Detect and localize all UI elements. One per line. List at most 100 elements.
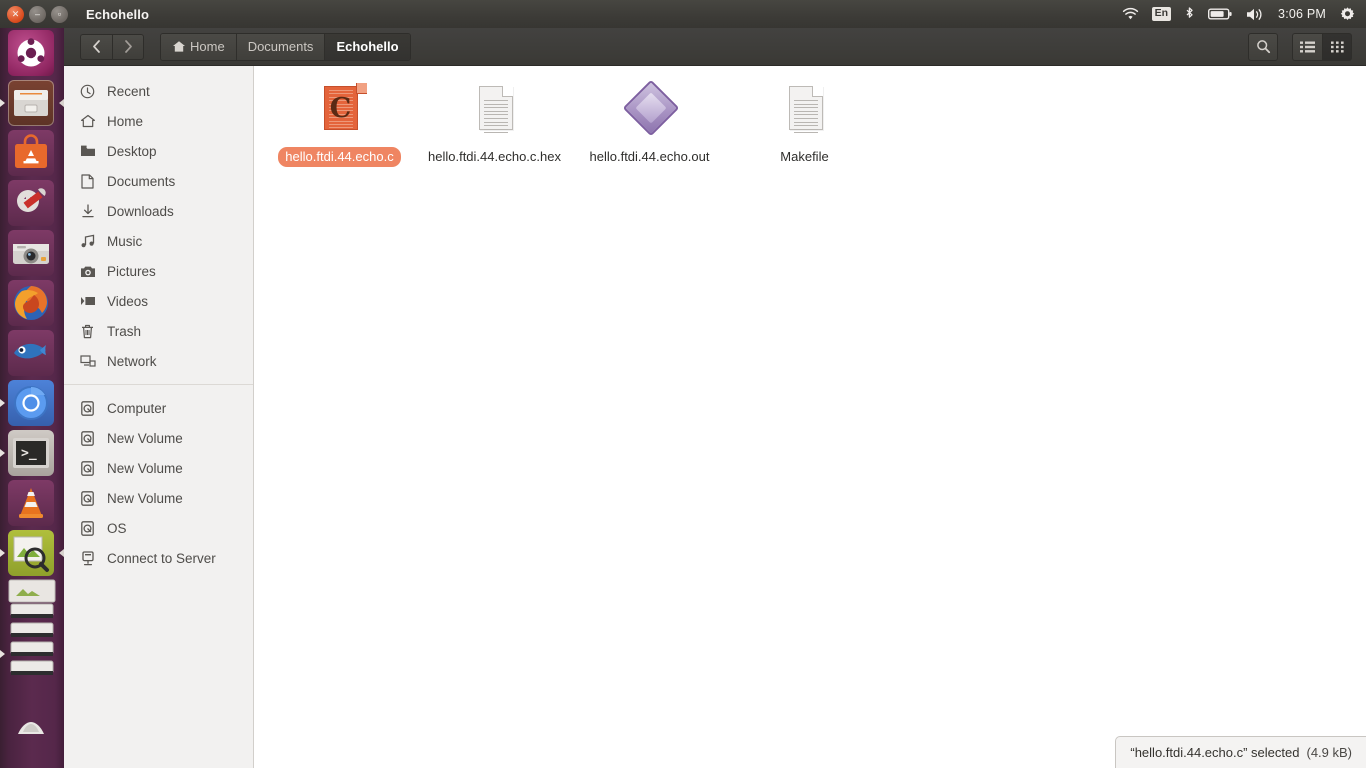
grid-view-button[interactable] [1322,32,1352,61]
launcher-item-files[interactable] [0,78,64,128]
sidebar-item-documents[interactable]: Documents [64,166,253,196]
sidebar-item-os[interactable]: OS [64,513,253,543]
launcher-running-pip [0,549,5,557]
status-size: (4.9 kB) [1306,745,1352,760]
keyboard-layout-indicator[interactable]: En [1151,0,1172,28]
launcher-running-pip [0,449,5,457]
trash-icon [79,323,96,340]
sidebar-item-label: New Volume [107,460,183,476]
sidebar-item-label: Recent [107,83,150,99]
server-icon [79,550,96,567]
sidebar-item-downloads[interactable]: Downloads [64,196,253,226]
file-name-label: hello.ftdi.44.echo.c [278,147,401,167]
sidebar-item-label: Music [107,233,143,249]
launcher-item-trash[interactable] [0,722,64,768]
top-panel: ✕ – ▫ Echohello En 3:06 PM [0,0,1366,28]
minimize-icon: – [34,8,40,19]
sidebar-item-label: Computer [107,400,167,416]
sidebar-item-label: Desktop [107,143,157,159]
keyboard-layout-label: En [1151,6,1172,22]
breadcrumb-documents-label: Documents [247,39,314,54]
launcher-item-bluefish[interactable] [0,328,64,378]
sidebar-item-computer[interactable]: Computer [64,393,253,423]
battery-icon[interactable] [1208,0,1232,28]
sidebar-item-label: Documents [107,173,176,189]
file-item[interactable]: Makefile [727,78,882,167]
launcher-item-firefox[interactable] [0,278,64,328]
network-icon [79,353,96,370]
navigation-buttons [80,33,144,60]
sidebar-item-home[interactable]: Home [64,106,253,136]
svg-text:>_: >_ [21,446,37,461]
breadcrumb-echohello[interactable]: Echohello [325,33,410,60]
volume-icon[interactable] [1245,0,1265,28]
file-list-view[interactable]: C hello.ftdi.44.echo.c hello.ftdi.44.ech… [254,66,1366,768]
sidebar-item-new-volume-1[interactable]: New Volume [64,423,253,453]
camera-icon [8,230,54,276]
sidebar-item-label: OS [107,520,127,536]
launcher-item-camera[interactable] [0,228,64,278]
sidebar-item-music[interactable]: Music [64,226,253,256]
launcher-focus-pip [59,99,64,107]
clock[interactable]: 3:06 PM [1278,0,1326,28]
launcher-item-vlc[interactable] [0,478,64,528]
back-button[interactable] [80,33,112,60]
sidebar-item-network[interactable]: Network [64,346,253,376]
sidebar-item-desktop[interactable]: Desktop [64,136,253,166]
firefox-icon [8,280,54,326]
breadcrumb-documents[interactable]: Documents [236,33,326,60]
desktop: ✕ – ▫ Echohello En 3:06 PM >_ Home Docum… [0,0,1366,768]
places-sidebar: Recent Home Desktop Documents Downloads … [64,66,254,768]
system-settings-icon [8,180,54,226]
sidebar-item-trash[interactable]: Trash [64,316,253,346]
unity-launcher: >_ [0,28,64,768]
document-file-icon [469,84,521,140]
maximize-button[interactable]: ▫ [51,5,68,23]
launcher-item-ubuntu-dash[interactable] [0,28,64,78]
drive-icon [79,490,96,507]
breadcrumb: Home Documents Echohello [160,32,411,61]
sidebar-item-videos[interactable]: Videos [64,286,253,316]
breadcrumb-home-label: Home [190,39,225,54]
bluetooth-icon[interactable] [1184,0,1195,28]
image-viewer-icon [8,530,54,576]
executable-file-icon [622,79,679,140]
document-icon [79,173,96,190]
file-grid: C hello.ftdi.44.echo.c hello.ftdi.44.ech… [262,78,1366,167]
launcher-item-image-viewer[interactable] [0,528,64,578]
search-button[interactable] [1248,32,1278,61]
launcher-item-software-center[interactable] [0,128,64,178]
launcher-item-system-settings[interactable] [0,178,64,228]
home-icon [172,40,186,53]
list-view-icon [1300,41,1315,53]
launcher-running-pip [0,99,5,107]
file-item[interactable]: hello.ftdi.44.echo.out [572,78,727,167]
forward-button[interactable] [112,33,144,60]
minimize-button[interactable]: – [29,5,46,23]
file-name-label: Makefile [780,149,829,164]
file-name-label: hello.ftdi.44.echo.c.hex [428,149,561,164]
sidebar-item-connect-to-server[interactable]: Connect to Server [64,543,253,573]
document-file-icon [779,84,831,140]
launcher-item-chromium[interactable] [0,378,64,428]
drive-icon [79,460,96,477]
status-text: “hello.ftdi.44.echo.c” selected [1130,745,1300,760]
drive-icon [79,430,96,447]
sidebar-item-pictures[interactable]: Pictures [64,256,253,286]
launcher-window-stack[interactable] [0,578,64,728]
list-view-button[interactable] [1292,32,1322,61]
music-note-icon [79,233,96,250]
breadcrumb-home[interactable]: Home [161,33,237,60]
file-item[interactable]: hello.ftdi.44.echo.c.hex [417,78,572,167]
close-button[interactable]: ✕ [7,5,24,23]
sidebar-item-new-volume-3[interactable]: New Volume [64,483,253,513]
launcher-item-terminal[interactable]: >_ [0,428,64,478]
sidebar-item-new-volume-2[interactable]: New Volume [64,453,253,483]
bluefish-icon [8,330,54,376]
breadcrumb-echohello-label: Echohello [336,39,399,54]
sidebar-item-label: New Volume [107,490,183,506]
file-item[interactable]: C hello.ftdi.44.echo.c [262,78,417,167]
wifi-icon[interactable] [1122,0,1139,28]
gear-icon[interactable] [1339,0,1356,28]
sidebar-item-recent[interactable]: Recent [64,76,253,106]
